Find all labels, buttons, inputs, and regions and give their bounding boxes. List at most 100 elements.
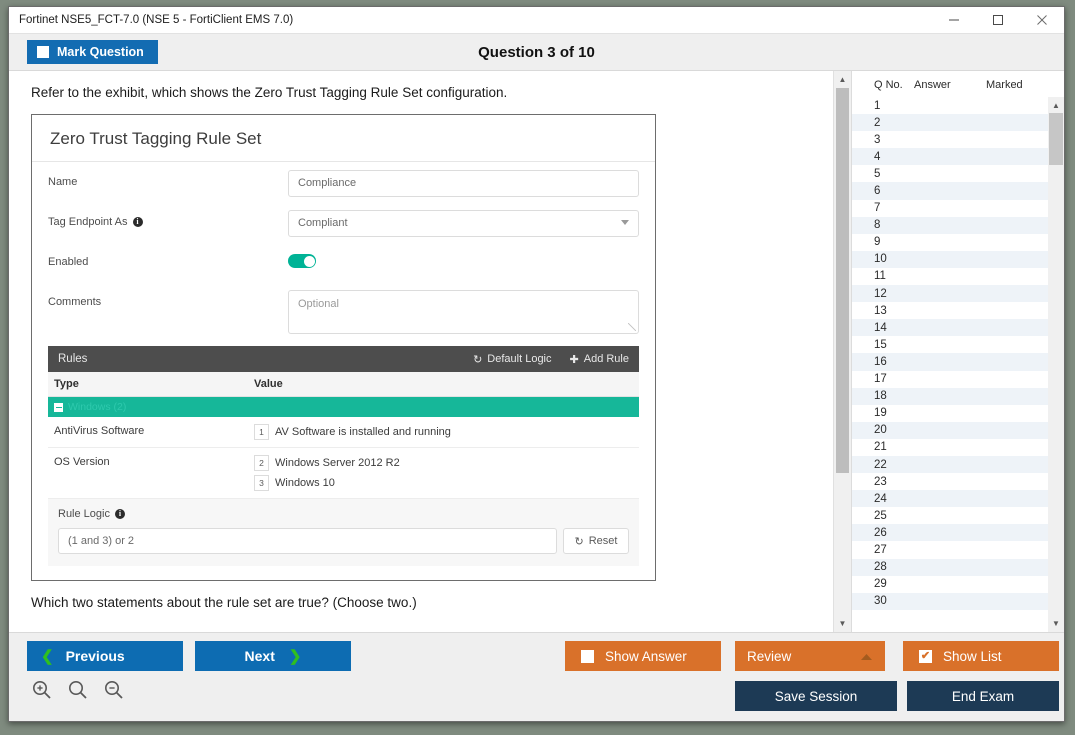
rules-table-header: Type Value <box>48 372 639 397</box>
question-list-row[interactable]: 7 <box>852 200 1048 217</box>
reset-button[interactable]: ↻ Reset <box>563 528 629 554</box>
info-icon[interactable]: i <box>133 217 143 227</box>
question-list-row[interactable]: 1 <box>852 97 1048 114</box>
reset-label: Reset <box>589 535 618 547</box>
question-number: 4 <box>852 151 914 163</box>
rule-value-index: 2 <box>254 455 269 471</box>
question-list-row[interactable]: 6 <box>852 182 1048 199</box>
chevron-down-icon <box>621 220 629 225</box>
question-list-row[interactable]: 25 <box>852 507 1048 524</box>
collapse-icon[interactable] <box>54 403 63 412</box>
list-scroll-down-icon[interactable]: ▼ <box>1048 615 1065 632</box>
question-number: 27 <box>852 544 914 556</box>
list-scrollbar-thumb[interactable] <box>1049 113 1063 165</box>
tag-endpoint-select[interactable]: Compliant <box>288 210 639 237</box>
question-list-row[interactable]: 18 <box>852 388 1048 405</box>
rules-group-row-windows[interactable]: Windows (2) <box>48 397 639 417</box>
question-number: 23 <box>852 476 914 488</box>
question-number: 20 <box>852 424 914 436</box>
question-list-pane: Q No. Answer Marked 12345678910111213141… <box>851 71 1064 632</box>
question-list-row[interactable]: 17 <box>852 371 1048 388</box>
rule-value-index: 3 <box>254 475 269 491</box>
review-dropdown[interactable]: Review <box>735 641 885 671</box>
window-title: Fortinet NSE5_FCT-7.0 (NSE 5 - FortiClie… <box>9 14 293 26</box>
default-logic-label: Default Logic <box>487 353 551 365</box>
add-rule-label: Add Rule <box>584 353 629 365</box>
window-controls <box>932 7 1064 33</box>
question-list-row[interactable]: 28 <box>852 559 1048 576</box>
question-list-header: Q No. Answer Marked <box>852 71 1064 97</box>
enabled-toggle[interactable] <box>288 254 316 268</box>
rule-values: 2 Windows Server 2012 R2 3 Windows 10 <box>254 455 639 491</box>
scroll-up-icon[interactable]: ▲ <box>834 71 851 88</box>
minimize-icon[interactable] <box>932 7 976 33</box>
question-number: 30 <box>852 595 914 607</box>
question-list-row[interactable]: 29 <box>852 576 1048 593</box>
scrollbar-thumb[interactable] <box>836 88 849 473</box>
question-list-row[interactable]: 11 <box>852 268 1048 285</box>
save-session-button[interactable]: Save Session <box>735 681 897 711</box>
question-list-row[interactable]: 13 <box>852 302 1048 319</box>
resize-grip-icon[interactable] <box>628 323 636 331</box>
show-answer-button[interactable]: Show Answer <box>565 641 721 671</box>
end-exam-label: End Exam <box>952 689 1014 704</box>
question-list-row[interactable]: 26 <box>852 524 1048 541</box>
zoom-reset-icon[interactable] <box>67 679 89 701</box>
end-exam-button[interactable]: End Exam <box>907 681 1059 711</box>
comments-placeholder: Optional <box>298 298 339 310</box>
next-button[interactable]: Next ❯ <box>195 641 351 671</box>
list-scroll-up-icon[interactable]: ▲ <box>1048 97 1065 114</box>
question-list-row[interactable]: 23 <box>852 473 1048 490</box>
mark-question-button[interactable]: Mark Question <box>27 40 158 64</box>
close-icon[interactable] <box>1020 7 1064 33</box>
maximize-icon[interactable] <box>976 7 1020 33</box>
show-answer-checkbox[interactable] <box>581 650 594 663</box>
question-number: 26 <box>852 527 914 539</box>
question-list-row[interactable]: 19 <box>852 405 1048 422</box>
comments-label: Comments <box>48 282 288 308</box>
question-tail: Which two statements about the rule set … <box>31 595 833 610</box>
rule-value-line: 1 AV Software is installed and running <box>254 424 639 440</box>
question-list-row[interactable]: 30 <box>852 593 1048 610</box>
question-list-rows: 1234567891011121314151617181920212223242… <box>852 97 1048 632</box>
question-list-row[interactable]: 10 <box>852 251 1048 268</box>
question-list-row[interactable]: 20 <box>852 422 1048 439</box>
question-list-row[interactable]: 27 <box>852 541 1048 558</box>
question-list-row[interactable]: 21 <box>852 439 1048 456</box>
question-list-row[interactable]: 12 <box>852 285 1048 302</box>
question-number: 13 <box>852 305 914 317</box>
mark-question-checkbox[interactable] <box>37 46 49 58</box>
question-list-row[interactable]: 22 <box>852 456 1048 473</box>
show-list-button[interactable]: ✔ Show List <box>903 641 1059 671</box>
info-icon[interactable]: i <box>115 509 125 519</box>
content-scrollbar[interactable]: ▲ ▼ <box>833 71 851 632</box>
question-list-row[interactable]: 3 <box>852 131 1048 148</box>
reset-arrow-icon: ↻ <box>473 353 482 366</box>
previous-label: Previous <box>66 648 125 664</box>
table-row: AntiVirus Software 1 AV Software is inst… <box>48 417 639 448</box>
question-list-row[interactable]: 16 <box>852 353 1048 370</box>
show-list-checkbox[interactable]: ✔ <box>919 650 932 663</box>
question-list-row[interactable]: 14 <box>852 319 1048 336</box>
zoom-out-icon[interactable] <box>103 679 125 701</box>
question-list-row[interactable]: 9 <box>852 234 1048 251</box>
scroll-down-icon[interactable]: ▼ <box>834 615 851 632</box>
question-number: 5 <box>852 168 914 180</box>
question-list-row[interactable]: 4 <box>852 148 1048 165</box>
question-list-row[interactable]: 15 <box>852 336 1048 353</box>
question-list-row[interactable]: 24 <box>852 490 1048 507</box>
question-list-row[interactable]: 8 <box>852 217 1048 234</box>
form-row-comments: Comments Optional <box>32 282 655 334</box>
body-area: Refer to the exhibit, which shows the Ze… <box>9 71 1064 632</box>
zoom-in-icon[interactable] <box>31 679 53 701</box>
question-list-row[interactable]: 2 <box>852 114 1048 131</box>
previous-button[interactable]: ❮ Previous <box>27 641 183 671</box>
question-list-row[interactable]: 5 <box>852 165 1048 182</box>
comments-textarea[interactable]: Optional <box>288 290 639 334</box>
rule-value-line: 3 Windows 10 <box>254 475 639 491</box>
question-list-scrollbar[interactable]: ▲ ▼ <box>1048 97 1064 632</box>
default-logic-button[interactable]: ↻ Default Logic <box>473 353 551 366</box>
rule-logic-input[interactable]: (1 and 3) or 2 <box>58 528 557 554</box>
add-rule-button[interactable]: ✚ Add Rule <box>570 353 629 366</box>
name-input[interactable]: Compliance <box>288 170 639 197</box>
